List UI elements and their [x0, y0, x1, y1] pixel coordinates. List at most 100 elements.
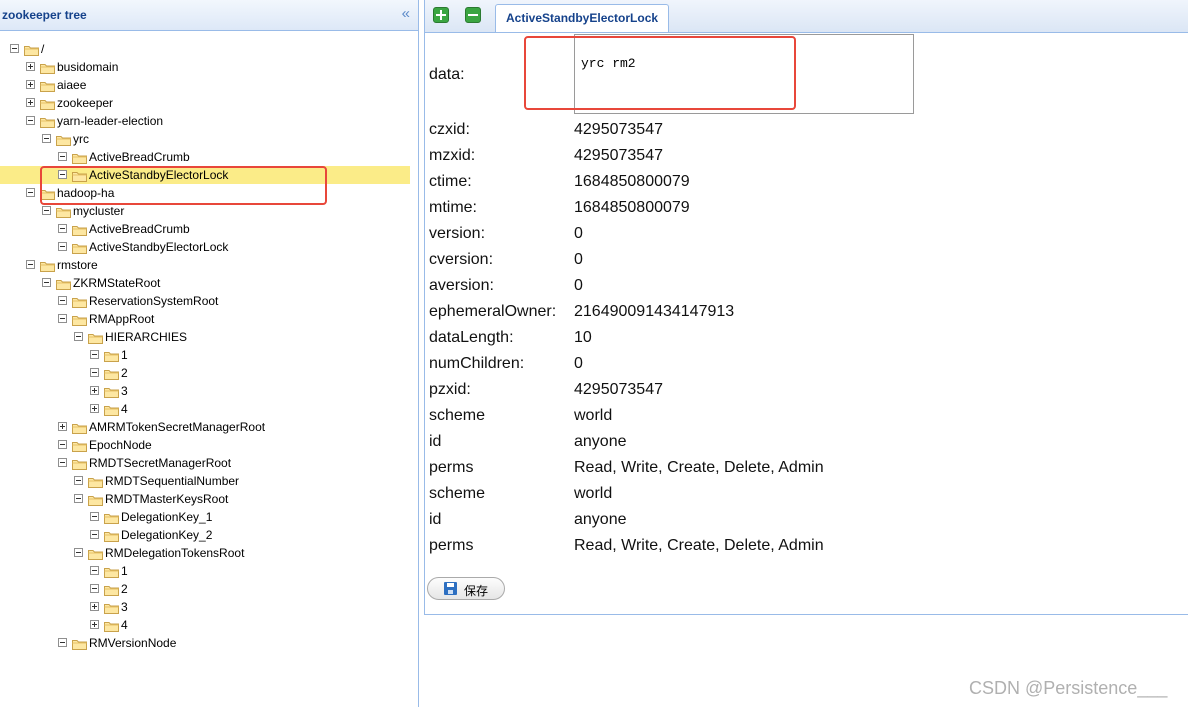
- collapse-icon[interactable]: [58, 242, 67, 251]
- tree-node-label[interactable]: 1: [121, 348, 128, 362]
- collapse-icon[interactable]: [58, 314, 67, 323]
- tree-node[interactable]: 4: [0, 616, 410, 634]
- tree-node[interactable]: busidomain: [0, 58, 410, 76]
- tree-node[interactable]: DelegationKey_1: [0, 508, 410, 526]
- collapse-icon[interactable]: [74, 548, 83, 557]
- tree-node[interactable]: hadoop-ha: [0, 184, 410, 202]
- tree-node[interactable]: RMDTSequentialNumber: [0, 472, 410, 490]
- tree-node-label[interactable]: DelegationKey_1: [121, 510, 212, 524]
- collapse-icon[interactable]: [58, 152, 67, 161]
- expand-icon[interactable]: [90, 602, 99, 611]
- tree-node[interactable]: mycluster: [0, 202, 410, 220]
- tree-node-label[interactable]: 1: [121, 564, 128, 578]
- tree-node[interactable]: HIERARCHIES: [0, 328, 410, 346]
- tree-node-label[interactable]: ReservationSystemRoot: [89, 294, 218, 308]
- collapse-icon[interactable]: [74, 332, 83, 341]
- tree-node-label[interactable]: /: [41, 42, 44, 56]
- save-button[interactable]: 保存: [427, 577, 505, 600]
- expand-icon[interactable]: [90, 620, 99, 629]
- collapse-icon[interactable]: [58, 296, 67, 305]
- tree-node-label[interactable]: busidomain: [57, 60, 118, 74]
- tree-node[interactable]: RMDTSecretManagerRoot: [0, 454, 410, 472]
- data-textarea[interactable]: yrc rm2: [574, 34, 914, 114]
- collapse-icon[interactable]: [90, 530, 99, 539]
- tree-node[interactable]: RMDelegationTokensRoot: [0, 544, 410, 562]
- tree-node[interactable]: DelegationKey_2: [0, 526, 410, 544]
- tree-node[interactable]: ActiveStandbyElectorLock: [0, 166, 410, 184]
- tree-node[interactable]: 2: [0, 580, 410, 598]
- tree-node[interactable]: 3: [0, 382, 410, 400]
- tree-node-label[interactable]: HIERARCHIES: [105, 330, 187, 344]
- tree-node[interactable]: RMVersionNode: [0, 634, 410, 652]
- collapse-icon[interactable]: [90, 368, 99, 377]
- tree-node-label[interactable]: ActiveBreadCrumb: [89, 222, 190, 236]
- tree-node[interactable]: 1: [0, 562, 410, 580]
- tree-node-label[interactable]: yarn-leader-election: [57, 114, 163, 128]
- remove-node-icon[interactable]: [465, 7, 481, 23]
- tree-node-label[interactable]: RMDTSequentialNumber: [105, 474, 239, 488]
- expand-icon[interactable]: [90, 386, 99, 395]
- tree-node-label[interactable]: ZKRMStateRoot: [73, 276, 160, 290]
- tree-node[interactable]: yarn-leader-election: [0, 112, 410, 130]
- tree-node-label[interactable]: RMDTSecretManagerRoot: [89, 456, 231, 470]
- tree-node-label[interactable]: 2: [121, 366, 128, 380]
- collapse-icon[interactable]: [74, 494, 83, 503]
- tree-node[interactable]: RMAppRoot: [0, 310, 410, 328]
- tree-node-label[interactable]: RMDTMasterKeysRoot: [105, 492, 228, 506]
- tree-node-label[interactable]: AMRMTokenSecretManagerRoot: [89, 420, 265, 434]
- tree-node-label[interactable]: ActiveBreadCrumb: [89, 150, 190, 164]
- tree-node-label[interactable]: 3: [121, 384, 128, 398]
- collapse-icon[interactable]: [90, 512, 99, 521]
- tree-node[interactable]: ReservationSystemRoot: [0, 292, 410, 310]
- collapse-icon[interactable]: [26, 116, 35, 125]
- collapse-icon[interactable]: [58, 170, 67, 179]
- add-node-icon[interactable]: [433, 7, 449, 23]
- collapse-icon[interactable]: [90, 584, 99, 593]
- tree-node[interactable]: ActiveBreadCrumb: [0, 220, 410, 238]
- tree-node-label[interactable]: EpochNode: [89, 438, 152, 452]
- collapse-icon[interactable]: [58, 224, 67, 233]
- tree-node[interactable]: RMDTMasterKeysRoot: [0, 490, 410, 508]
- tree-node-label[interactable]: ActiveStandbyElectorLock: [89, 240, 228, 254]
- tree-node[interactable]: ActiveStandbyElectorLock: [0, 238, 410, 256]
- collapse-icon[interactable]: [42, 278, 51, 287]
- collapse-icon[interactable]: [90, 566, 99, 575]
- tree-node-label[interactable]: mycluster: [73, 204, 124, 218]
- tree-node[interactable]: ZKRMStateRoot: [0, 274, 410, 292]
- collapse-icon[interactable]: [90, 350, 99, 359]
- collapse-icon[interactable]: [26, 188, 35, 197]
- expand-icon[interactable]: [90, 404, 99, 413]
- tree-node-label[interactable]: DelegationKey_2: [121, 528, 212, 542]
- tree-node-label[interactable]: 4: [121, 618, 128, 632]
- collapse-icon[interactable]: [26, 260, 35, 269]
- tree-node[interactable]: 1: [0, 346, 410, 364]
- expand-icon[interactable]: [26, 98, 35, 107]
- tree-node-label[interactable]: rmstore: [57, 258, 98, 272]
- tree-node[interactable]: rmstore: [0, 256, 410, 274]
- collapse-icon[interactable]: [74, 476, 83, 485]
- collapse-icon[interactable]: [42, 134, 51, 143]
- collapse-icon[interactable]: [58, 458, 67, 467]
- tree-node-label[interactable]: RMAppRoot: [89, 312, 154, 326]
- tree-node[interactable]: zookeeper: [0, 94, 410, 112]
- tree-node-label[interactable]: aiaee: [57, 78, 86, 92]
- collapse-icon[interactable]: [10, 44, 19, 53]
- tree-node-label[interactable]: 2: [121, 582, 128, 596]
- tree-node[interactable]: 4: [0, 400, 410, 418]
- collapse-icon[interactable]: [42, 206, 51, 215]
- tree-node-label[interactable]: hadoop-ha: [57, 186, 114, 200]
- tree-node[interactable]: yrc: [0, 130, 410, 148]
- expand-icon[interactable]: [26, 80, 35, 89]
- tree-node[interactable]: 2: [0, 364, 410, 382]
- tab-active-standby-elector-lock[interactable]: ActiveStandbyElectorLock: [495, 4, 670, 32]
- tree-node-label[interactable]: 3: [121, 600, 128, 614]
- tree-node-label[interactable]: RMDelegationTokensRoot: [105, 546, 244, 560]
- tree-node-label[interactable]: 4: [121, 402, 128, 416]
- tree-node[interactable]: EpochNode: [0, 436, 410, 454]
- tree-node-label[interactable]: yrc: [73, 132, 89, 146]
- tree-node[interactable]: 3: [0, 598, 410, 616]
- tree-node-label[interactable]: zookeeper: [57, 96, 113, 110]
- expand-icon[interactable]: [58, 422, 67, 431]
- tree-node[interactable]: ActiveBreadCrumb: [0, 148, 410, 166]
- tree-node[interactable]: /: [0, 40, 410, 58]
